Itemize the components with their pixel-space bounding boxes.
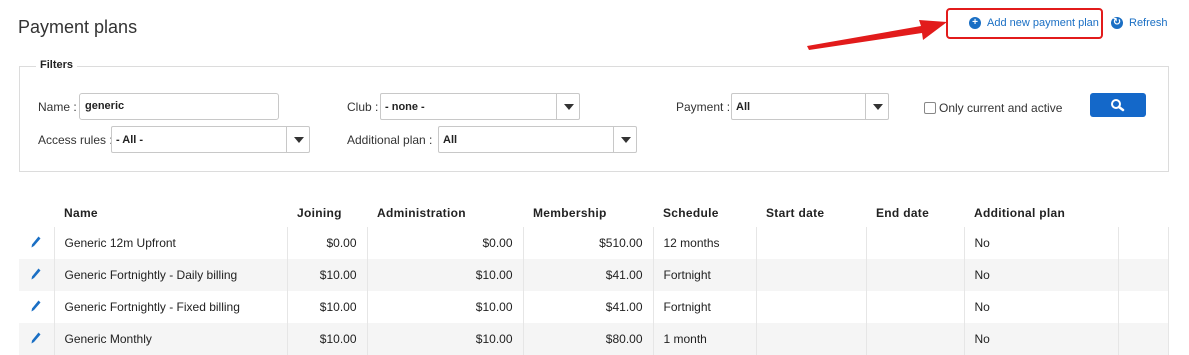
cell-end-date bbox=[866, 227, 965, 259]
column-header-edit bbox=[19, 203, 54, 227]
cell-additional-plan: No bbox=[964, 323, 1119, 355]
edit-cell[interactable] bbox=[19, 291, 55, 323]
pencil-icon[interactable] bbox=[31, 236, 41, 248]
cell-start-date bbox=[756, 323, 867, 355]
filters-legend: Filters bbox=[36, 59, 78, 71]
cell-schedule: Fortnight bbox=[653, 259, 757, 291]
page-title: Payment plans bbox=[18, 17, 138, 37]
cell-name: Generic Monthly bbox=[54, 323, 288, 355]
pencil-icon[interactable] bbox=[31, 300, 41, 312]
cell-schedule: Fortnight bbox=[653, 291, 757, 323]
cell-administration: $0.00 bbox=[367, 227, 524, 259]
edit-cell[interactable] bbox=[19, 323, 55, 355]
table-row[interactable]: Generic Fortnightly - Fixed billing $10.… bbox=[19, 291, 1169, 323]
cell-administration: $10.00 bbox=[367, 323, 524, 355]
only-current-label: Only current and active bbox=[939, 101, 1063, 115]
add-payment-plan-button[interactable]: + Add new payment plan bbox=[969, 17, 1099, 29]
cell-additional-plan: No bbox=[964, 291, 1119, 323]
name-filter-input[interactable]: generic bbox=[79, 93, 279, 120]
only-current-checkbox[interactable]: Only current and active bbox=[924, 101, 1062, 115]
add-payment-plan-label: Add new payment plan bbox=[987, 17, 1099, 29]
cell-start-date bbox=[756, 227, 867, 259]
cell-administration: $10.00 bbox=[367, 291, 524, 323]
cell-joining: $10.00 bbox=[287, 291, 368, 323]
club-select-value: - none - bbox=[385, 101, 425, 113]
column-header-start-date[interactable]: Start date bbox=[756, 203, 866, 227]
filters-panel: Filters Name : generic Club : - none - P… bbox=[19, 59, 1169, 172]
cell-end-date bbox=[866, 291, 965, 323]
cell-additional-plan: No bbox=[964, 227, 1119, 259]
payment-filter-label: Payment : bbox=[676, 100, 731, 114]
column-header-schedule[interactable]: Schedule bbox=[653, 203, 756, 227]
search-icon bbox=[1111, 99, 1125, 112]
access-rules-select[interactable]: - All - bbox=[111, 126, 310, 153]
column-header-extra bbox=[1118, 203, 1169, 227]
name-filter-label: Name : bbox=[38, 100, 77, 114]
cell-extra bbox=[1118, 291, 1169, 323]
payment-plans-table: Name Joining Administration Membership S… bbox=[19, 203, 1169, 355]
cell-joining: $10.00 bbox=[287, 323, 368, 355]
edit-cell[interactable] bbox=[19, 259, 55, 291]
cell-membership: $80.00 bbox=[523, 323, 654, 355]
table-header-row: Name Joining Administration Membership S… bbox=[19, 203, 1169, 227]
chevron-down-icon bbox=[286, 127, 309, 152]
cell-schedule: 12 months bbox=[653, 227, 757, 259]
chevron-down-icon bbox=[613, 127, 636, 152]
chevron-down-icon bbox=[556, 94, 579, 119]
cell-extra bbox=[1118, 323, 1169, 355]
cell-membership: $41.00 bbox=[523, 291, 654, 323]
payment-select[interactable]: All bbox=[731, 93, 889, 120]
cell-name: Generic Fortnightly - Daily billing bbox=[54, 259, 288, 291]
cell-extra bbox=[1118, 227, 1169, 259]
cell-end-date bbox=[866, 259, 965, 291]
club-filter-label: Club : bbox=[347, 100, 379, 114]
column-header-name[interactable]: Name bbox=[54, 203, 287, 227]
table-row[interactable]: Generic Monthly $10.00 $10.00 $80.00 1 m… bbox=[19, 323, 1169, 355]
access-rules-value: - All - bbox=[116, 134, 144, 146]
column-header-membership[interactable]: Membership bbox=[523, 203, 653, 227]
chevron-down-icon bbox=[865, 94, 888, 119]
access-rules-label: Access rules : bbox=[38, 133, 113, 147]
refresh-label: Refresh bbox=[1129, 17, 1168, 29]
cell-membership: $41.00 bbox=[523, 259, 654, 291]
edit-cell[interactable] bbox=[19, 227, 55, 259]
pencil-icon[interactable] bbox=[31, 332, 41, 344]
cell-joining: $10.00 bbox=[287, 259, 368, 291]
cell-name: Generic 12m Upfront bbox=[54, 227, 288, 259]
refresh-button[interactable]: ↻ Refresh bbox=[1111, 17, 1168, 29]
additional-plan-select[interactable]: All bbox=[438, 126, 637, 153]
additional-plan-value: All bbox=[443, 134, 458, 146]
column-header-additional-plan[interactable]: Additional plan bbox=[964, 203, 1118, 227]
pencil-icon[interactable] bbox=[31, 268, 41, 280]
cell-joining: $0.00 bbox=[287, 227, 368, 259]
cell-administration: $10.00 bbox=[367, 259, 524, 291]
cell-membership: $510.00 bbox=[523, 227, 654, 259]
additional-plan-label: Additional plan : bbox=[347, 133, 433, 147]
cell-name: Generic Fortnightly - Fixed billing bbox=[54, 291, 288, 323]
cell-additional-plan: No bbox=[964, 259, 1119, 291]
annotation-arrow bbox=[807, 20, 947, 50]
table-row[interactable]: Generic 12m Upfront $0.00 $0.00 $510.00 … bbox=[19, 227, 1169, 259]
table-row[interactable]: Generic Fortnightly - Daily billing $10.… bbox=[19, 259, 1169, 291]
column-header-joining[interactable]: Joining bbox=[287, 203, 367, 227]
cell-extra bbox=[1118, 259, 1169, 291]
column-header-administration[interactable]: Administration bbox=[367, 203, 523, 227]
cell-end-date bbox=[866, 323, 965, 355]
club-select[interactable]: - none - bbox=[380, 93, 580, 120]
cell-start-date bbox=[756, 259, 867, 291]
search-button[interactable] bbox=[1090, 93, 1146, 117]
cell-start-date bbox=[756, 291, 867, 323]
payment-select-value: All bbox=[736, 101, 751, 113]
checkbox-box[interactable] bbox=[924, 102, 936, 114]
column-header-end-date[interactable]: End date bbox=[866, 203, 964, 227]
plus-circle-icon: + bbox=[969, 17, 981, 29]
refresh-icon: ↻ bbox=[1111, 17, 1123, 29]
cell-schedule: 1 month bbox=[653, 323, 757, 355]
